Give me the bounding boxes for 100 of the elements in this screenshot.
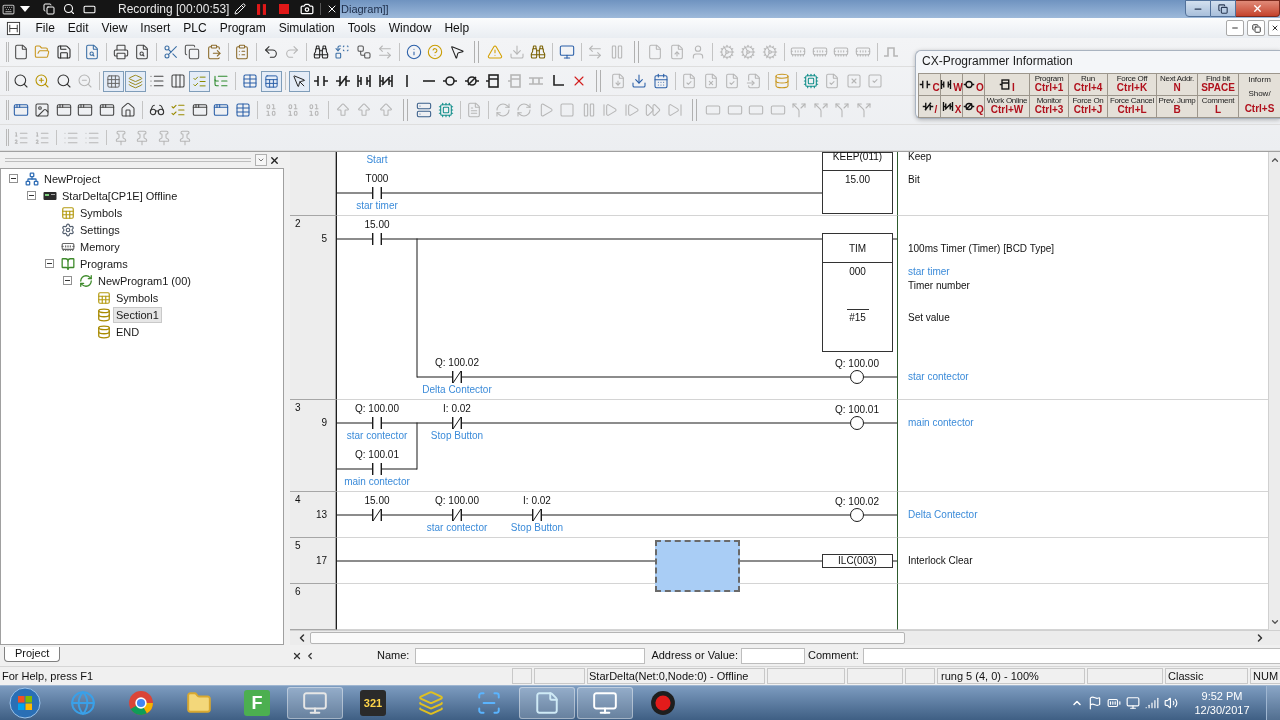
pointer-icon[interactable]: [448, 44, 465, 60]
name-field[interactable]: [415, 647, 646, 664]
restore-icon[interactable]: [1247, 20, 1265, 36]
copy-icon[interactable]: [184, 44, 201, 60]
flag-icon[interactable]: [1088, 696, 1102, 710]
window-icon[interactable]: [191, 102, 208, 118]
closed-contact-icon[interactable]: [334, 73, 351, 89]
caret-left-icon[interactable]: [305, 650, 315, 661]
replace-icon[interactable]: [334, 44, 351, 60]
collapse-icon[interactable]: [62, 276, 72, 285]
window-icon[interactable]: [77, 102, 94, 118]
close-icon[interactable]: [1268, 20, 1280, 36]
new-file-icon[interactable]: [12, 44, 29, 60]
list-tree-icon[interactable]: [213, 73, 230, 89]
stop-icon[interactable]: [279, 4, 290, 14]
tree-item[interactable]: Settings: [77, 221, 123, 238]
list-icon[interactable]: [148, 73, 165, 89]
menu-item[interactable]: Program: [213, 22, 273, 34]
minimize-icon[interactable]: [1185, 0, 1211, 17]
comment-field[interactable]: [862, 647, 1280, 664]
columns-icon[interactable]: [170, 73, 187, 89]
keyboard-icon[interactable]: [2, 2, 15, 16]
scissors-icon[interactable]: [162, 44, 179, 60]
undo-icon[interactable]: [262, 44, 279, 60]
pencil-icon[interactable]: [234, 3, 247, 15]
collapse-icon[interactable]: [8, 174, 18, 183]
tree-item[interactable]: Programs: [77, 255, 131, 272]
binoculars-icon[interactable]: [312, 44, 329, 60]
tree-item[interactable]: END: [113, 323, 143, 340]
menu-item[interactable]: Help: [437, 22, 476, 34]
battery-icon[interactable]: [1107, 696, 1121, 710]
tree-item[interactable]: NewProject: [41, 170, 104, 187]
ladder-icon[interactable]: [6, 20, 21, 36]
tree-item[interactable]: Section1: [113, 306, 162, 323]
show-desktop-button[interactable]: [1266, 686, 1280, 720]
signal-icon[interactable]: [1145, 696, 1159, 710]
scrollbar-thumb[interactable]: [310, 632, 905, 644]
window-icon[interactable]: [12, 102, 29, 118]
menu-item[interactable]: File: [29, 22, 62, 34]
server-icon[interactable]: [416, 102, 433, 118]
instruction-icon[interactable]: [485, 73, 502, 89]
taskbar-button[interactable]: [577, 687, 633, 719]
menu-item[interactable]: Simulation: [272, 22, 342, 34]
list-checks-icon[interactable]: [189, 70, 211, 92]
table-icon[interactable]: [241, 73, 258, 89]
taskbar-button[interactable]: 321: [345, 687, 401, 719]
search-icon[interactable]: [12, 73, 29, 89]
download-icon[interactable]: [631, 73, 648, 89]
parallel-contact-icon[interactable]: [356, 73, 373, 89]
speaker-icon[interactable]: [1164, 696, 1178, 710]
file-search-icon[interactable]: [134, 44, 151, 60]
window-icon[interactable]: [213, 102, 230, 118]
workflow-icon[interactable]: [355, 44, 372, 60]
taskbar-button[interactable]: [287, 687, 343, 719]
menu-item[interactable]: Tools: [341, 22, 383, 34]
chip-icon[interactable]: [437, 102, 454, 118]
clipboard-icon[interactable]: [205, 44, 222, 60]
house-icon[interactable]: [120, 102, 137, 118]
glasses-icon[interactable]: [148, 102, 165, 118]
file-search-icon[interactable]: [84, 44, 101, 60]
collapse-icon[interactable]: [44, 259, 54, 268]
menu-item[interactable]: PLC: [176, 22, 214, 34]
tree-item[interactable]: StarDelta[CP1E] Offline: [59, 187, 181, 204]
monitor-icon[interactable]: [558, 44, 575, 60]
project-tab[interactable]: Project: [4, 647, 61, 662]
image-icon[interactable]: [34, 102, 51, 118]
calendar-icon[interactable]: [652, 73, 669, 89]
printer-icon[interactable]: [112, 44, 129, 60]
vertical-scrollbar[interactable]: [1268, 152, 1280, 630]
menu-item[interactable]: Edit: [61, 22, 96, 34]
minimize-icon[interactable]: [1226, 20, 1244, 36]
tree-item[interactable]: Symbols: [77, 204, 126, 221]
window-icon[interactable]: [55, 102, 72, 118]
window-icon[interactable]: [98, 102, 115, 118]
search-icon[interactable]: [55, 73, 72, 89]
coil-icon[interactable]: [442, 73, 459, 89]
grid-icon[interactable]: [103, 70, 125, 92]
restore-icon[interactable]: [1211, 0, 1236, 17]
warning-icon[interactable]: [487, 44, 504, 60]
monitor-icon[interactable]: [1126, 696, 1140, 710]
parallel-closed-contact-icon[interactable]: [377, 73, 394, 89]
clipboard-icon[interactable]: [234, 44, 251, 60]
caret-down-icon[interactable]: [20, 6, 30, 12]
search-icon[interactable]: [63, 3, 75, 15]
taskbar-button[interactable]: [519, 687, 575, 719]
collapse-icon[interactable]: [26, 191, 36, 200]
camera-icon[interactable]: [300, 2, 315, 16]
contact-icon[interactable]: [313, 73, 330, 89]
closed-coil-icon[interactable]: [463, 73, 480, 89]
close-icon[interactable]: [1236, 0, 1280, 17]
tree-item[interactable]: Memory: [77, 238, 123, 255]
menu-item[interactable]: View: [95, 22, 134, 34]
close-icon[interactable]: [292, 650, 302, 661]
layers-icon[interactable]: [124, 70, 146, 92]
info-icon[interactable]: [405, 44, 422, 60]
table-icon[interactable]: [234, 102, 251, 118]
database-icon[interactable]: [774, 73, 791, 89]
menu-item[interactable]: Insert: [133, 22, 177, 34]
list-checks-icon[interactable]: [170, 102, 187, 118]
menu-item[interactable]: Window: [382, 22, 438, 34]
